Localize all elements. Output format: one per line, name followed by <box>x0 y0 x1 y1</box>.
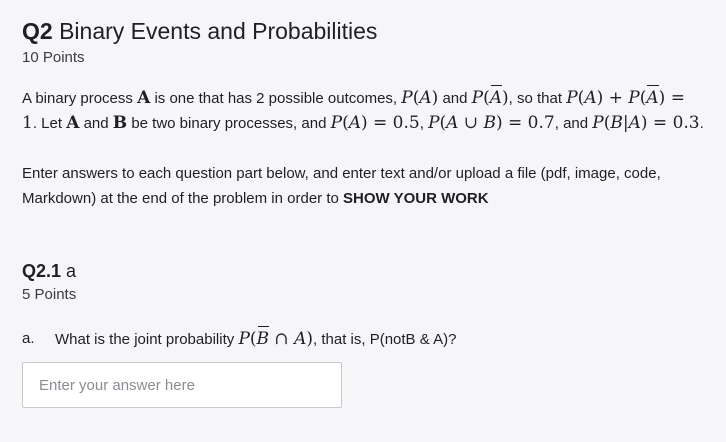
question-points: 10 Points <box>22 49 85 66</box>
math-expression: P(A) <box>401 88 439 108</box>
subquestion-prompt-text: What is the joint probability P(B ∩ A), … <box>55 326 457 349</box>
question-title: Q2 Binary Events and Probabilities <box>22 16 704 46</box>
math-expression: P(B ∩ A) <box>238 326 314 349</box>
math-expression: A <box>66 113 80 133</box>
problem-description: A binary process A is one that has 2 pos… <box>22 85 704 133</box>
subquestion-letter: a. <box>22 330 35 347</box>
subquestion-points: 5 Points <box>22 286 77 303</box>
subquestion-prompt: a. What is the joint probability P(B ∩ A… <box>22 326 704 352</box>
math-expression: P(B|A) = 0.3 <box>592 113 700 133</box>
math-expression: P(A ∪ B) = 0.7 <box>428 113 555 133</box>
math-expression: P(A) = 0.5 <box>330 113 420 133</box>
question-number: Q2 <box>22 18 53 44</box>
math-expression: B <box>112 113 128 133</box>
subquestion-title-text: a <box>66 261 77 281</box>
answer-input[interactable] <box>22 362 342 408</box>
show-work-emphasis: SHOW YOUR WORK <box>343 190 489 207</box>
math-expression: A <box>137 88 151 108</box>
question-title-text: Binary Events and Probabilities <box>59 18 378 44</box>
math-expression: P(A) <box>472 85 509 108</box>
question-page: Q2 Binary Events and Probabilities 10 Po… <box>0 0 726 442</box>
subquestion-number: Q2.1 <box>22 261 62 281</box>
subquestion-title: Q2.1 a <box>22 259 704 283</box>
instructions: Enter answers to each question part belo… <box>22 165 661 207</box>
